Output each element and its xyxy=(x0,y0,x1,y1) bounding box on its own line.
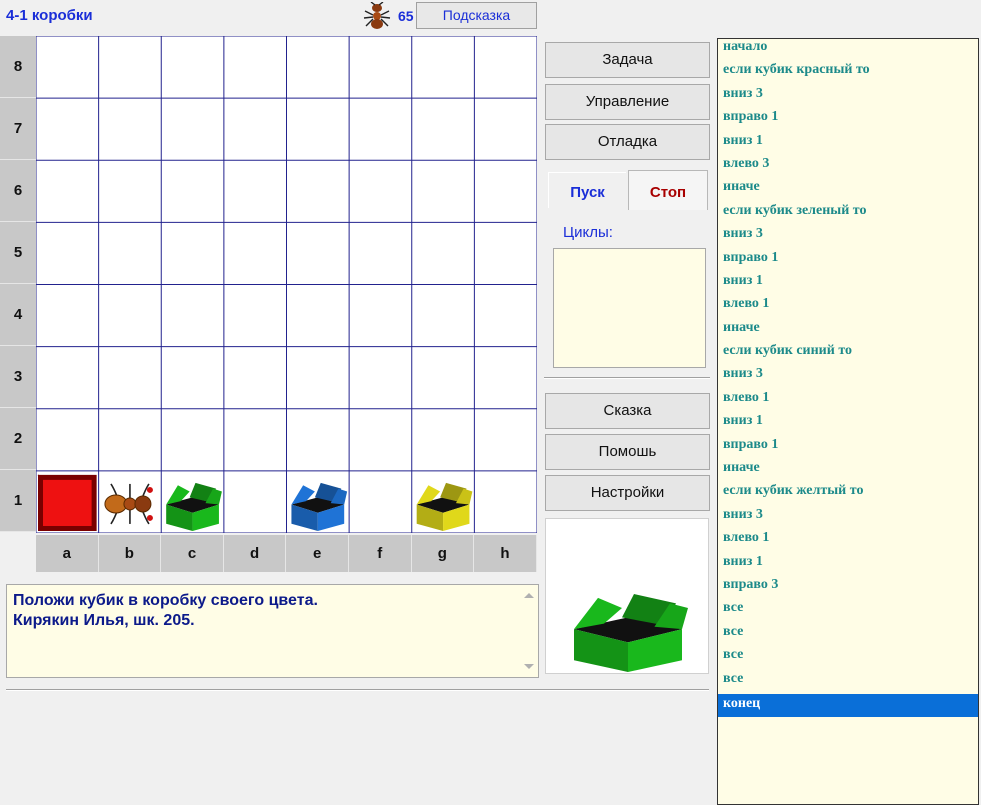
task-button[interactable]: Задача xyxy=(545,42,710,78)
open-box-icon xyxy=(291,482,348,531)
message-line: Кирякин Илья, шк. 205. xyxy=(13,612,195,629)
game-board[interactable] xyxy=(36,36,537,533)
program-line[interactable]: вправо 1 xyxy=(718,109,978,132)
column-label: b xyxy=(98,535,162,572)
program-line[interactable]: все xyxy=(718,600,978,623)
red-cube xyxy=(37,474,97,531)
program-line[interactable]: иначе xyxy=(718,460,978,483)
row-label: 6 xyxy=(0,160,36,222)
row-label: 7 xyxy=(0,98,36,160)
hint-button[interactable]: Подсказка xyxy=(416,2,537,29)
program-line[interactable]: вниз 3 xyxy=(718,86,978,109)
program-line[interactable]: вправо 3 xyxy=(718,577,978,600)
program-line[interactable]: конец xyxy=(718,693,978,718)
column-label: d xyxy=(223,535,287,572)
program-line[interactable]: влево 1 xyxy=(718,296,978,319)
column-label: f xyxy=(348,535,412,572)
ant-counter: 65 xyxy=(360,2,414,30)
program-line[interactable]: все xyxy=(718,671,978,694)
program-line[interactable]: все xyxy=(718,624,978,647)
program-line[interactable]: иначе xyxy=(718,320,978,343)
column-label: e xyxy=(286,535,349,572)
program-line[interactable]: вниз 3 xyxy=(718,226,978,249)
row-label: 1 xyxy=(0,470,36,532)
program-line[interactable]: вниз 1 xyxy=(718,133,978,156)
program-line[interactable]: вниз 3 xyxy=(718,507,978,530)
program-line[interactable]: если кубик желтый то xyxy=(718,483,978,506)
program-line[interactable]: если кубик синий то xyxy=(718,343,978,366)
ant-count: 65 xyxy=(398,8,414,24)
cube-preview xyxy=(545,518,709,674)
program-line[interactable]: влево 3 xyxy=(718,156,978,179)
tale-button[interactable]: Сказка xyxy=(545,393,710,429)
board-grid xyxy=(36,36,537,533)
divider xyxy=(6,689,709,691)
program-line[interactable]: вниз 1 xyxy=(718,273,978,296)
open-box-icon xyxy=(574,594,688,672)
row-label: 2 xyxy=(0,408,36,470)
help-button[interactable]: Помошь xyxy=(545,434,710,470)
debug-button[interactable]: Отладка xyxy=(545,124,710,160)
program-listing[interactable]: начало если кубик красный то вниз 3 вправо … xyxy=(717,38,979,805)
row-label: 4 xyxy=(0,284,36,346)
cycles-list[interactable] xyxy=(553,248,706,368)
scroll-down-icon[interactable] xyxy=(524,664,534,669)
program-line[interactable]: вправо 1 xyxy=(718,437,978,460)
scroll-up-icon[interactable] xyxy=(524,593,534,598)
program-line[interactable]: если кубик красный то xyxy=(718,62,978,85)
program-line[interactable]: вниз 3 xyxy=(718,366,978,389)
row-label: 5 xyxy=(0,222,36,284)
program-line[interactable]: вправо 1 xyxy=(718,250,978,273)
program-line[interactable]: если кубик зеленый то xyxy=(718,203,978,226)
message-line: Положи кубик в коробку своего цвета. xyxy=(13,592,318,609)
column-label: c xyxy=(161,535,224,572)
column-label: g xyxy=(411,535,475,572)
program-line[interactable]: все xyxy=(718,647,978,670)
ant-icon xyxy=(363,2,391,29)
task-message[interactable]: Положи кубик в коробку своего цвета. Кир… xyxy=(6,584,539,678)
program-line[interactable]: начало xyxy=(718,39,978,62)
run-tab[interactable]: Пуск xyxy=(548,172,626,208)
program-line[interactable]: влево 1 xyxy=(718,530,978,553)
divider xyxy=(544,377,710,379)
program-line[interactable]: влево 1 xyxy=(718,390,978,413)
program-line[interactable]: вниз 1 xyxy=(718,413,978,436)
column-labels: a b c d e f g h xyxy=(36,535,537,572)
settings-button[interactable]: Настройки xyxy=(545,475,710,511)
row-labels: 8 7 6 5 4 3 2 1 xyxy=(0,36,36,532)
program-line[interactable]: иначе xyxy=(718,179,978,202)
column-label: a xyxy=(36,535,99,572)
stop-tab[interactable]: Стоп xyxy=(628,170,708,210)
task-title: 4-1 коробки xyxy=(6,7,93,24)
board-corner xyxy=(0,535,36,572)
column-label: h xyxy=(474,535,537,572)
cycles-label: Циклы: xyxy=(563,224,613,241)
open-box-icon xyxy=(166,482,222,531)
control-button[interactable]: Управление xyxy=(545,84,710,120)
row-label: 8 xyxy=(0,36,36,98)
row-label: 3 xyxy=(0,346,36,408)
robot-ant-icon xyxy=(104,483,153,525)
box-preview-icon xyxy=(574,594,688,672)
message-scrollbar[interactable] xyxy=(521,585,538,677)
program-line[interactable]: вниз 1 xyxy=(718,554,978,577)
open-box-icon xyxy=(416,482,473,531)
